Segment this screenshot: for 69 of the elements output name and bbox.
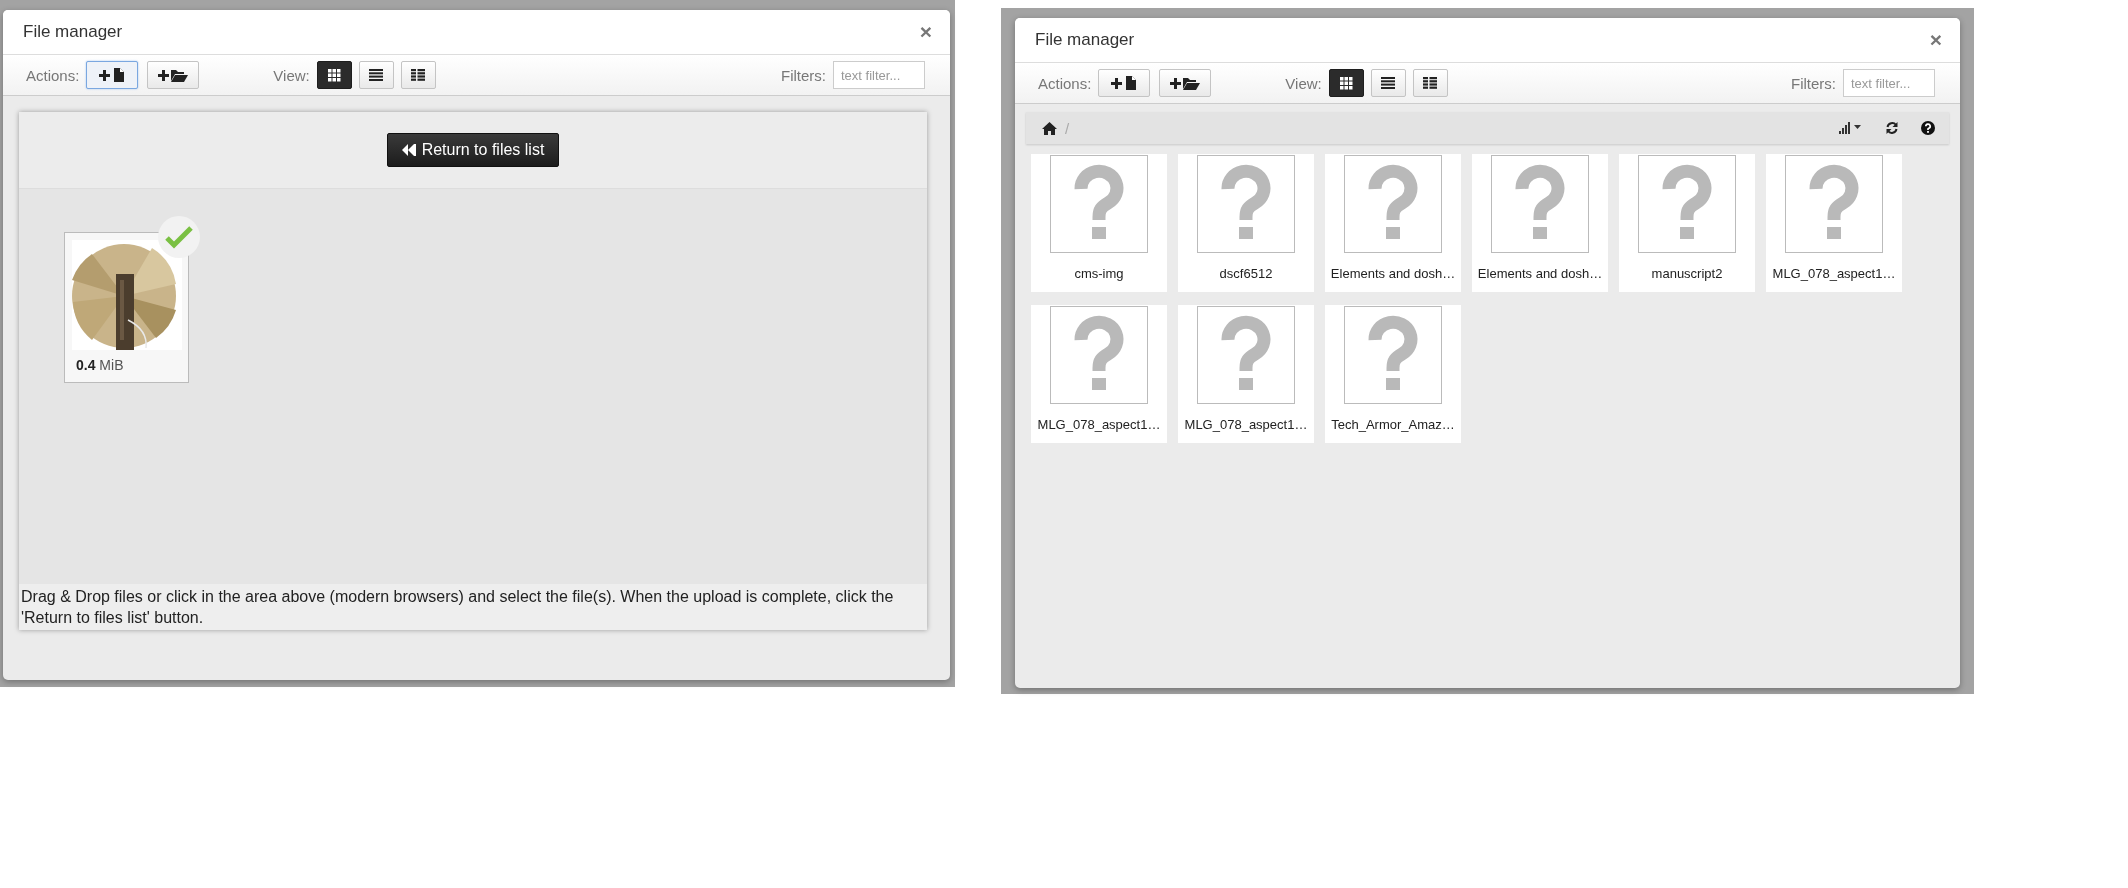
file-tile[interactable]: Elements and dosh… (1472, 154, 1608, 292)
file-name: MLG_078_aspect1… (1772, 266, 1896, 281)
question-mark-icon (1050, 155, 1148, 253)
file-size: 0.4 MiB (75, 357, 125, 373)
actions-label: Actions: (1038, 74, 1092, 92)
list-icon (1381, 77, 1396, 89)
add-file-button[interactable] (86, 61, 139, 89)
list-view-button[interactable] (1370, 69, 1406, 97)
add-folder-icon (158, 68, 189, 82)
drop-area[interactable]: 0.4 MiB (19, 189, 927, 584)
question-mark-icon (1785, 155, 1883, 253)
filters-label: Filters: (781, 66, 826, 84)
file-name: MLG_078_aspect1… (1037, 417, 1161, 432)
window-title: File manager (1035, 30, 1136, 50)
details-view-button[interactable] (400, 61, 436, 89)
file-name: Tech_Armor_Amaz… (1331, 417, 1455, 432)
question-mark-icon (1491, 155, 1589, 253)
question-mark-icon (1197, 306, 1295, 404)
list-view-button[interactable] (358, 61, 394, 89)
view-label: View: (1285, 74, 1322, 92)
sort-icon[interactable] (1839, 122, 1863, 134)
list-icon (369, 69, 384, 81)
filter-field[interactable]: text filter... (833, 61, 925, 89)
filters-label: Filters: (1791, 74, 1836, 92)
question-mark-icon (1050, 306, 1148, 404)
help-icon[interactable] (1921, 121, 1935, 135)
details-view-button[interactable] (1412, 69, 1448, 97)
file-tile[interactable]: cms-img (1031, 154, 1167, 292)
grid-icon (1339, 76, 1353, 90)
return-button[interactable]: Return to files list (386, 133, 560, 167)
view-label: View: (273, 66, 310, 84)
details-list-icon (411, 69, 426, 81)
file-name: dscf6512 (1219, 266, 1273, 281)
upload-hint: Drag & Drop files or click in the area above (modern browsers) and select the file(s). When the upload is complete, click the 'Return to files list' button. (19, 584, 927, 630)
grid-icon (327, 68, 341, 82)
close-button[interactable]: × (919, 20, 932, 44)
file-tile[interactable]: MLG_078_aspect1… (1766, 154, 1902, 292)
file-tile[interactable]: dscf6512 (1178, 154, 1314, 292)
details-list-icon (1423, 77, 1438, 89)
grid-view-button[interactable] (316, 61, 352, 89)
question-mark-icon (1638, 155, 1736, 253)
add-folder-button[interactable] (1159, 69, 1212, 97)
file-name: cms-img (1074, 266, 1124, 281)
grid-view-button[interactable] (1328, 69, 1364, 97)
add-folder-button[interactable] (147, 61, 200, 89)
file-tile[interactable]: MLG_078_aspect1… (1178, 305, 1314, 443)
question-mark-icon (1197, 155, 1295, 253)
question-mark-icon (1344, 155, 1442, 253)
file-tile[interactable]: Elements and dosh… (1325, 154, 1461, 292)
refresh-icon[interactable] (1885, 121, 1899, 135)
close-button[interactable]: × (1929, 28, 1942, 52)
file-tile[interactable]: manuscript2 (1619, 154, 1755, 292)
file-name: Elements and dosh… (1330, 266, 1456, 281)
file-name: manuscript2 (1651, 266, 1723, 281)
add-file-icon (1111, 76, 1138, 90)
file-tile[interactable]: MLG_078_aspect1… (1031, 305, 1167, 443)
add-folder-icon (1170, 76, 1201, 90)
home-icon[interactable] (1042, 121, 1057, 135)
rewind-icon (401, 144, 416, 156)
question-mark-icon (1344, 306, 1442, 404)
file-name: MLG_078_aspect1… (1184, 417, 1308, 432)
window-title: File manager (23, 22, 124, 42)
filter-field[interactable]: text filter... (1843, 69, 1935, 97)
file-tile[interactable]: Tech_Armor_Amaz… (1325, 305, 1461, 443)
file-name: Elements and dosh… (1477, 266, 1603, 281)
add-file-icon (99, 68, 126, 82)
add-file-button[interactable] (1098, 69, 1151, 97)
breadcrumb-separator: / (1065, 119, 1070, 137)
actions-label: Actions: (26, 66, 80, 84)
